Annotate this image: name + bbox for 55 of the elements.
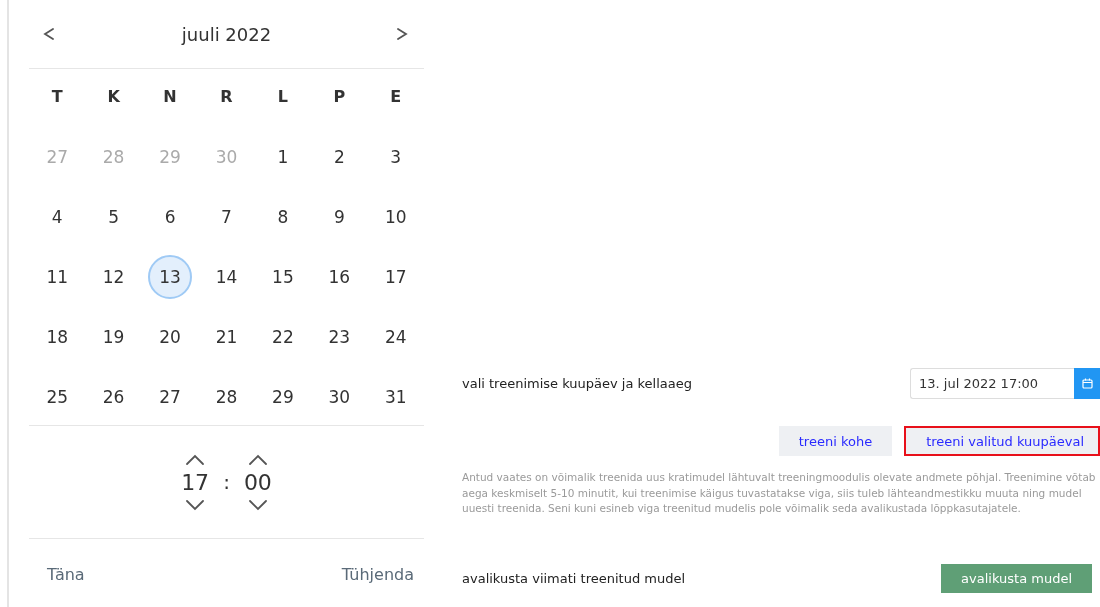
calendar-day[interactable]: 22	[260, 315, 305, 359]
calendar-day[interactable]: 21	[204, 315, 249, 359]
train-button[interactable]: treeni kohe	[778, 426, 893, 456]
calendar-day[interactable]: 29	[260, 375, 305, 419]
calendar-day[interactable]: 27	[148, 375, 193, 419]
date-time-field[interactable]: 13. jul 2022 17:00	[910, 368, 1074, 399]
calendar-day[interactable]: 6	[148, 195, 193, 239]
calendar-day[interactable]: 17	[373, 255, 418, 299]
month-title: juuli 2022	[181, 23, 272, 45]
calendar-day[interactable]: 13	[148, 255, 193, 299]
description-text: Antud vaates on võimalik treenida uus kratimudel lähtuvalt treeningmoodulis olevate andmete põhjal. Treenimine võtab aega keskmiselt 5-10 minutit, kui treenimise käigus tuvastatakse viga, siis tuleb lähteandmestikku muuta ning mudel uuesti treenida. Seni kuni esineb viga treenitud mudelis pole võimalik seda avalikustada lõppkasutajatele.	[462, 470, 1096, 516]
calendar-day[interactable]: 5	[91, 195, 136, 239]
calendar-day[interactable]: 11	[35, 255, 80, 299]
calendar-day[interactable]: 19	[91, 315, 136, 359]
calendar-day[interactable]: 2	[317, 135, 362, 179]
weekday-label: E	[390, 86, 402, 106]
calendar-day[interactable]: 16	[317, 255, 362, 299]
calendar-day[interactable]: 28	[204, 375, 249, 419]
calendar-day[interactable]: 26	[91, 375, 136, 419]
publish-label: avalikusta viimati treenitud mudel	[462, 570, 686, 586]
calendar-day[interactable]: 18	[35, 315, 80, 359]
hour-value[interactable]: 17	[181, 469, 210, 495]
calendar-day[interactable]: 31	[373, 375, 418, 419]
calendar-day[interactable]: 1	[260, 135, 305, 179]
calendar-day[interactable]: 3	[373, 135, 418, 179]
train-button[interactable]: treeni valitud kuupäeval	[904, 426, 1100, 456]
calendar-day[interactable]: 9	[317, 195, 362, 239]
hour-down-icon[interactable]	[185, 498, 206, 511]
calendar-day[interactable]: 25	[35, 375, 80, 419]
calendar-day[interactable]: 8	[260, 195, 305, 239]
weekday-label: L	[277, 86, 288, 106]
calendar-day[interactable]: 14	[204, 255, 249, 299]
minute-up-icon[interactable]	[247, 453, 268, 466]
hour-up-icon[interactable]	[185, 453, 206, 466]
weekday-label: T	[51, 86, 63, 106]
calendar-day[interactable]: 24	[373, 315, 418, 359]
calendar-day[interactable]: 15	[260, 255, 305, 299]
calendar-day[interactable]: 12	[91, 255, 136, 299]
clear-link[interactable]: Tühjenda	[341, 565, 414, 584]
time-separator: :	[223, 470, 230, 494]
minute-down-icon[interactable]	[247, 498, 268, 511]
calendar-day[interactable]: 10	[373, 195, 418, 239]
weekday-label: P	[333, 86, 346, 106]
today-link[interactable]: Täna	[47, 565, 85, 584]
calendar-day[interactable]: 23	[317, 315, 362, 359]
weekday-label: R	[220, 86, 233, 106]
minute-value[interactable]: 00	[243, 469, 272, 495]
calendar-day[interactable]: 7	[204, 195, 249, 239]
calendar-day[interactable]: 20	[148, 315, 193, 359]
weekday-label: N	[163, 86, 177, 106]
calendar-day[interactable]: 4	[35, 195, 80, 239]
calendar-day[interactable]: 30	[317, 375, 362, 419]
calendar-icon	[1081, 378, 1093, 389]
date-time-label: vali treenimise kuupäev ja kellaaeg	[462, 376, 693, 391]
weekday-label: K	[107, 86, 120, 106]
